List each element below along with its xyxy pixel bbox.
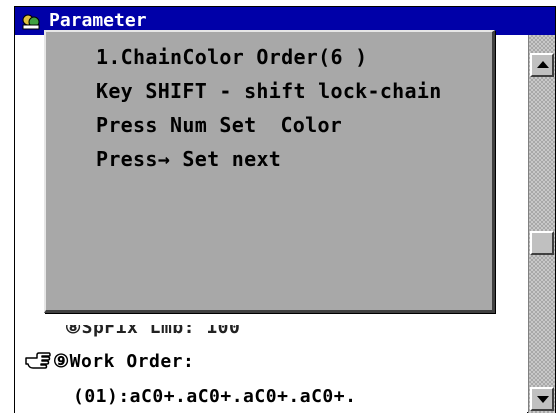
- scroll-thumb[interactable]: [530, 231, 554, 255]
- arrow-up-icon: [537, 61, 549, 68]
- pointing-hand-icon: [25, 352, 51, 369]
- right-arrow-icon: →: [157, 147, 171, 171]
- param-item-work-order[interactable]: ⑨Work Order:: [25, 351, 194, 372]
- app-icon: [22, 14, 40, 30]
- set-next-prefix: Press: [96, 147, 158, 171]
- arrow-down-icon: [537, 396, 549, 403]
- scroll-up-button[interactable]: [530, 53, 554, 77]
- scroll-down-button[interactable]: [530, 387, 554, 411]
- screen: Parameter ⑧SpFix Lmb: 100 ⑨Work Order: (…: [0, 0, 556, 413]
- dialog-line-num-set: Press Num Set Color: [96, 113, 342, 137]
- work-order-value: (01):aC0+.aC0+.aC0+.aC0+.: [73, 386, 357, 407]
- dialog-line-set-next: Press→ Set next: [96, 147, 281, 171]
- color-value: Color: [280, 113, 343, 137]
- vertical-scrollbar[interactable]: [528, 35, 555, 413]
- work-order-label: ⑨Work Order:: [53, 351, 195, 372]
- window-title: Parameter: [49, 10, 147, 31]
- chain-color-dialog: 1.ChainColor Order(6 ) Key SHIFT - shift…: [44, 30, 495, 313]
- param-item-spfix[interactable]: ⑧SpFix Lmb: 100: [65, 325, 240, 338]
- set-next-label: Set next: [182, 147, 282, 171]
- dialog-line-chain-color-order: 1.ChainColor Order(6 ): [96, 45, 368, 69]
- num-set-label: Press Num Set: [96, 113, 257, 137]
- dialog-line-shift-hint: Key SHIFT - shift lock-chain: [96, 79, 442, 103]
